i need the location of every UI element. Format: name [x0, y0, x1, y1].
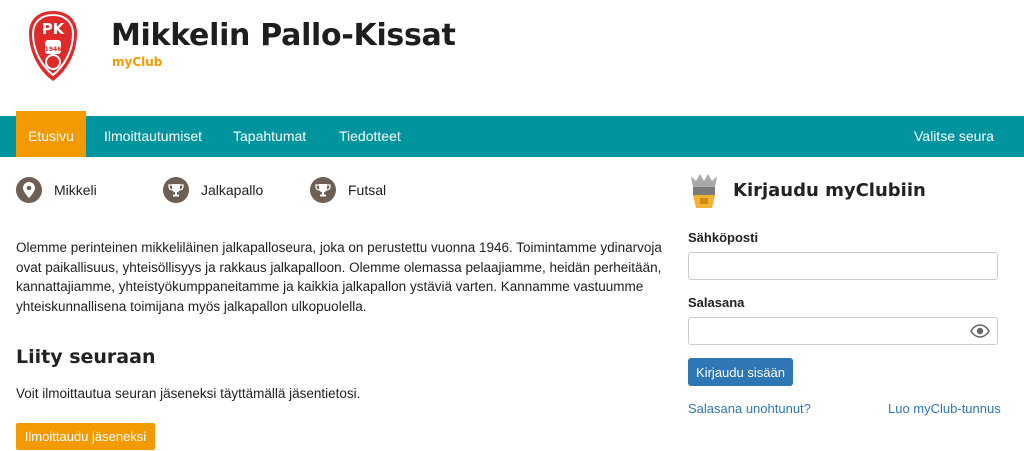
club-name: Mikkelin Pallo-Kissat: [111, 18, 456, 53]
join-text: Voit ilmoittautua seuran jäseneksi täytt…: [16, 386, 361, 401]
club-description: Olemme perinteinen mikkeliläinen jalkapa…: [16, 240, 662, 314]
site-header: PK 1946 Mikkelin Pallo-Kissat myClub: [0, 0, 1024, 116]
feature-label: Futsal: [348, 182, 387, 198]
login-title: Kirjaudu myClubiin: [733, 180, 926, 201]
nav-select-club[interactable]: Valitse seura: [914, 116, 994, 157]
join-member-button[interactable]: Ilmoittaudu jäseneksi: [16, 423, 155, 450]
password-input[interactable]: [688, 317, 998, 345]
feature-sport-futsal: Futsal: [310, 176, 386, 204]
logo-year: 1946: [45, 46, 62, 53]
feature-label: Mikkeli: [54, 182, 97, 198]
main-navbar: Etusivu Ilmoittautumiset Tapahtumat Tied…: [0, 111, 1024, 157]
club-logo[interactable]: PK 1946: [27, 9, 79, 83]
join-title: Liity seuraan: [16, 346, 156, 368]
logo-initials: PK: [42, 20, 66, 38]
feature-location: Mikkeli: [16, 176, 97, 204]
email-label: Sähköposti: [688, 230, 759, 245]
show-password-eye-icon[interactable]: [970, 324, 990, 338]
create-account-link[interactable]: Luo myClub-tunnus: [888, 401, 1001, 416]
nav-item-tapahtumat[interactable]: Tapahtumat: [233, 116, 306, 157]
location-pin-icon: [16, 177, 42, 203]
myclub-crown-icon: [691, 174, 717, 208]
trophy-icon: [163, 177, 189, 203]
trophy-icon: [310, 177, 336, 203]
feature-sport-football: Jalkapallo: [163, 176, 263, 204]
brand-label: myClub: [112, 55, 163, 69]
nav-item-ilmoittautumiset[interactable]: Ilmoittautumiset: [104, 116, 202, 157]
feature-label: Jalkapallo: [201, 182, 264, 198]
nav-item-tiedotteet[interactable]: Tiedotteet: [339, 116, 401, 157]
nav-item-etusivu[interactable]: Etusivu: [16, 111, 86, 157]
email-input[interactable]: [688, 252, 998, 280]
login-button[interactable]: Kirjaudu sisään: [688, 358, 793, 386]
forgot-password-link[interactable]: Salasana unohtunut?: [688, 401, 811, 416]
password-label: Salasana: [688, 295, 745, 310]
